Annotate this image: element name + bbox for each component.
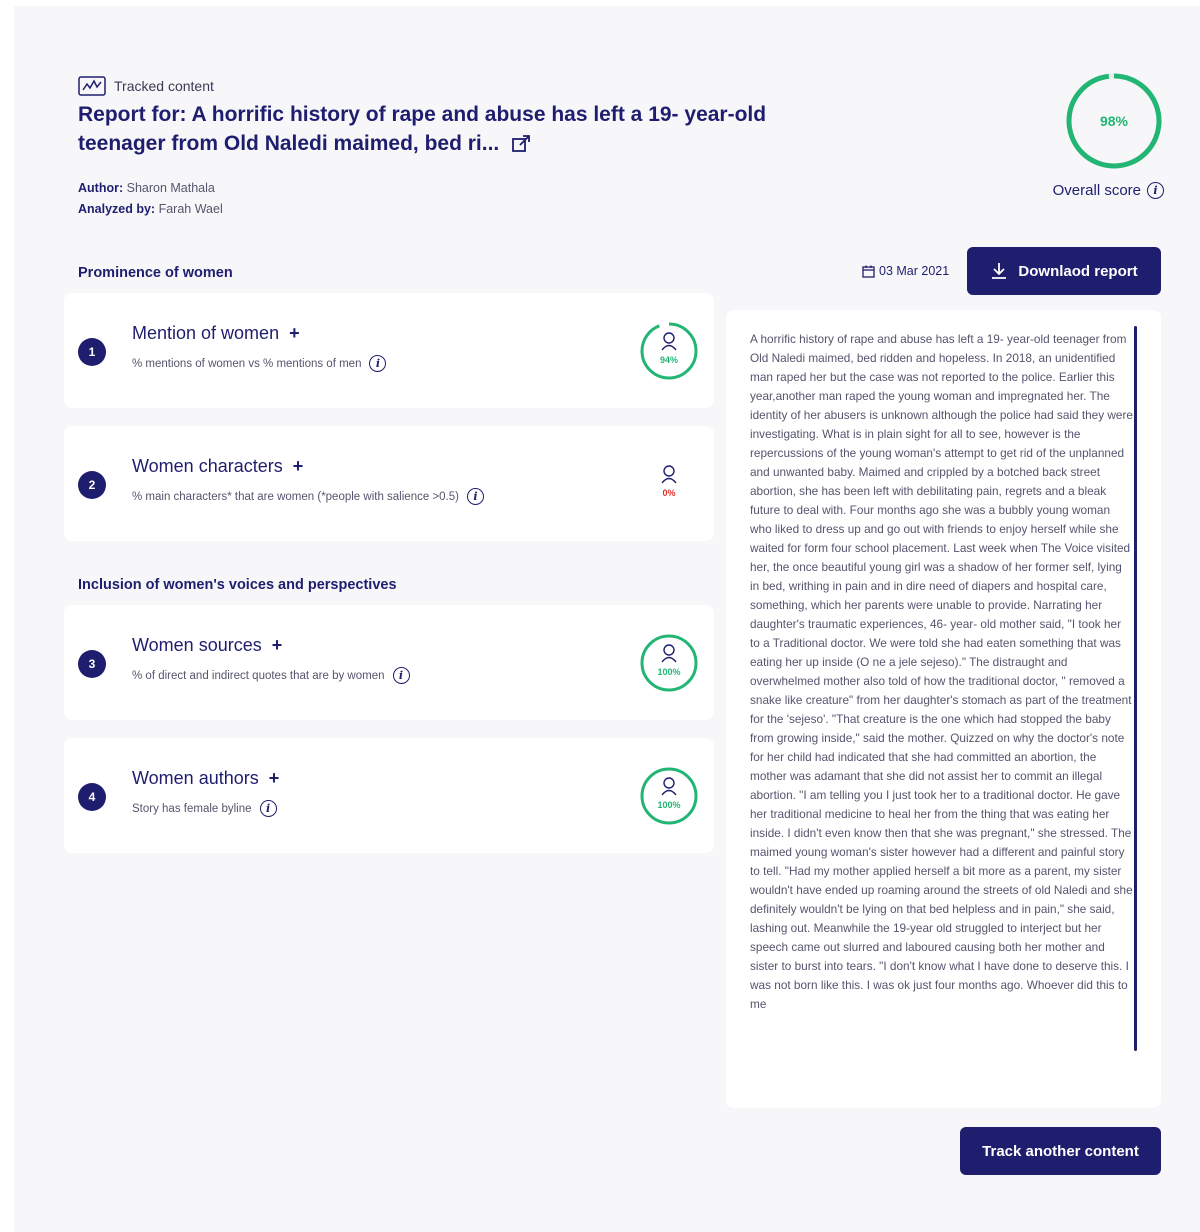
download-report-button[interactable]: Downlaod report bbox=[967, 247, 1161, 295]
metric-title: Women characters bbox=[132, 456, 283, 476]
author-name: Sharon Mathala bbox=[126, 181, 215, 195]
metric-score-value: 94% bbox=[659, 355, 678, 365]
plus-icon[interactable]: + bbox=[269, 768, 280, 789]
article-panel: A horrific history of rape and abuse has… bbox=[726, 310, 1161, 1108]
metric-score-badge: 100% bbox=[639, 766, 699, 826]
metric-number: 2 bbox=[78, 471, 106, 499]
overall-score-label-row: Overall score i bbox=[1034, 182, 1164, 199]
calendar-icon bbox=[862, 265, 875, 278]
metric-card-women-sources: 3 Women sources + % of direct and indire… bbox=[64, 605, 714, 720]
analyzed-line: Analyzed by: Farah Wael bbox=[78, 199, 223, 220]
author-label: Author: bbox=[78, 181, 124, 195]
metric-score-value: 0% bbox=[662, 488, 676, 498]
plus-icon[interactable]: + bbox=[272, 635, 283, 656]
metric-title: Women authors bbox=[132, 768, 259, 788]
overall-score-label: Overall score bbox=[1052, 182, 1141, 199]
report-date: 03 Mar 2021 bbox=[862, 264, 949, 278]
metric-card-women-characters: 2 Women characters + % main characters* … bbox=[64, 426, 714, 541]
metric-subtitle-row: Story has female byline i bbox=[132, 800, 277, 817]
metric-number: 1 bbox=[78, 338, 106, 366]
author-line: Author: Sharon Mathala bbox=[78, 178, 223, 199]
metric-score-badge: 0% bbox=[639, 454, 699, 514]
info-icon[interactable]: i bbox=[392, 667, 410, 684]
metric-title-row[interactable]: Women characters + bbox=[132, 456, 303, 477]
page-title: Report for: A horrific history of rape a… bbox=[78, 100, 798, 158]
metric-title: Mention of women bbox=[132, 323, 280, 343]
metric-score-value: 100% bbox=[657, 800, 681, 810]
woman-icon bbox=[661, 465, 677, 484]
overall-score-ring: 98% bbox=[1064, 71, 1164, 171]
metric-score-value: 100% bbox=[657, 667, 681, 677]
download-report-label: Downlaod report bbox=[1018, 262, 1138, 280]
metric-subtitle: Story has female byline bbox=[132, 802, 252, 815]
track-another-content-button[interactable]: Track another content bbox=[960, 1127, 1161, 1175]
report-date-text: 03 Mar 2021 bbox=[879, 264, 950, 278]
download-icon bbox=[992, 263, 1007, 279]
woman-icon bbox=[661, 644, 677, 663]
metric-number: 3 bbox=[78, 650, 106, 678]
metric-card-mention-of-women: 1 Mention of women + % mentions of women… bbox=[64, 293, 714, 408]
article-scrollbar[interactable] bbox=[1134, 326, 1137, 1051]
metric-score-badge: 100% bbox=[639, 633, 699, 693]
analyzed-by-name: Farah Wael bbox=[158, 202, 223, 216]
metric-number: 4 bbox=[78, 783, 106, 811]
woman-icon bbox=[661, 777, 677, 796]
article-text: A horrific history of rape and abuse has… bbox=[750, 332, 1133, 1011]
plus-icon[interactable]: + bbox=[289, 323, 300, 344]
analyzed-label: Analyzed by: bbox=[78, 202, 156, 216]
section-heading-inclusion: Inclusion of women's voices and perspect… bbox=[78, 577, 397, 593]
info-icon[interactable]: i bbox=[259, 800, 277, 817]
metric-card-women-authors: 4 Women authors + Story has female bylin… bbox=[64, 738, 714, 853]
overall-score-value: 98% bbox=[1099, 113, 1129, 129]
metric-subtitle-row: % mentions of women vs % mentions of men… bbox=[132, 355, 387, 372]
tracked-content-label: Tracked content bbox=[78, 76, 214, 96]
metric-title-row[interactable]: Mention of women + bbox=[132, 323, 300, 344]
tracked-content-text: Tracked content bbox=[114, 78, 214, 94]
tracked-content-icon bbox=[78, 76, 106, 96]
external-link-icon[interactable] bbox=[511, 134, 531, 154]
metric-subtitle: % main characters* that are women (*peop… bbox=[132, 490, 459, 503]
metric-title-row[interactable]: Women authors + bbox=[132, 768, 279, 789]
info-icon[interactable]: i bbox=[466, 488, 484, 505]
section-heading-prominence: Prominence of women bbox=[78, 265, 233, 281]
page: Tracked content Report for: A horrific h… bbox=[14, 6, 1200, 1232]
metric-title-row[interactable]: Women sources + bbox=[132, 635, 282, 656]
info-icon[interactable]: i bbox=[1147, 182, 1164, 199]
metric-subtitle-row: % main characters* that are women (*peop… bbox=[132, 488, 484, 505]
metric-subtitle-row: % of direct and indirect quotes that are… bbox=[132, 667, 410, 684]
metric-score-badge: 94% bbox=[639, 321, 699, 381]
report-title-text: Report for: A horrific history of rape a… bbox=[78, 103, 767, 155]
plus-icon[interactable]: + bbox=[293, 456, 304, 477]
metric-subtitle: % mentions of women vs % mentions of men bbox=[132, 357, 362, 370]
metric-title: Women sources bbox=[132, 635, 262, 655]
info-icon[interactable]: i bbox=[369, 355, 387, 372]
woman-icon bbox=[661, 332, 677, 351]
metric-subtitle: % of direct and indirect quotes that are… bbox=[132, 669, 385, 682]
report-meta: Author: Sharon Mathala Analyzed by: Fara… bbox=[78, 178, 223, 220]
